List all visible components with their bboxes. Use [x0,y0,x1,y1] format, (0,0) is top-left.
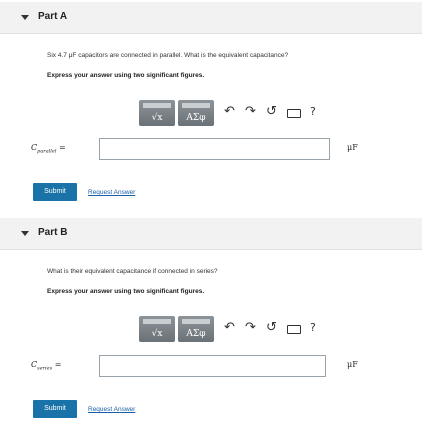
greek-symbols-button[interactable]: ΑΣφ [178,316,214,342]
greek-symbols-button[interactable]: ΑΣφ [178,100,214,126]
collapse-caret-icon[interactable] [21,15,29,20]
redo-icon[interactable]: ↷ [245,105,256,119]
part-b-submit-button[interactable]: Submit [33,400,77,418]
reset-icon[interactable]: ↺ [266,105,277,119]
redo-icon[interactable]: ↷ [245,321,256,335]
undo-icon[interactable]: ↶ [224,321,235,335]
collapse-caret-icon[interactable] [21,231,29,236]
keyboard-icon[interactable] [287,109,301,118]
reset-icon[interactable]: ↺ [266,321,277,335]
part-a-request-answer-link[interactable]: Request Answer [88,189,135,196]
part-a-math-toolbar: √x ΑΣφ ↶ ↷ ↺ ? [139,100,319,126]
part-b-request-answer-link[interactable]: Request Answer [88,406,135,413]
part-b-instruction: Express your answer using two significan… [47,288,205,295]
part-b-unit: μF [347,360,358,369]
divider [0,249,422,250]
part-b-variable-label: Cseries = [31,360,62,372]
part-b-question: What is their equivalent capacitance if … [47,268,218,275]
part-a-variable-label: Cparallel = [31,143,66,155]
templates-button[interactable]: √x [139,100,175,126]
part-b-math-toolbar: √x ΑΣφ ↶ ↷ ↺ ? [139,316,319,342]
part-a-title: Part A [38,11,68,22]
help-icon[interactable]: ? [310,321,316,335]
templates-button[interactable]: √x [139,316,175,342]
part-b-header[interactable]: Part B [0,218,422,249]
divider [0,33,422,34]
part-b-answer-input[interactable] [99,355,326,377]
help-icon[interactable]: ? [310,105,316,119]
keyboard-icon[interactable] [287,325,301,334]
part-a-answer-input[interactable] [99,138,330,160]
part-a-instruction: Express your answer using two significan… [47,72,205,79]
part-a-unit: μF [347,143,358,152]
part-a-question: Six 4.7 μF capacitors are connected in p… [47,52,289,59]
undo-icon[interactable]: ↶ [224,105,235,119]
part-a-header[interactable]: Part A [0,2,422,33]
part-b-title: Part B [38,227,68,238]
part-a-submit-button[interactable]: Submit [33,183,77,201]
